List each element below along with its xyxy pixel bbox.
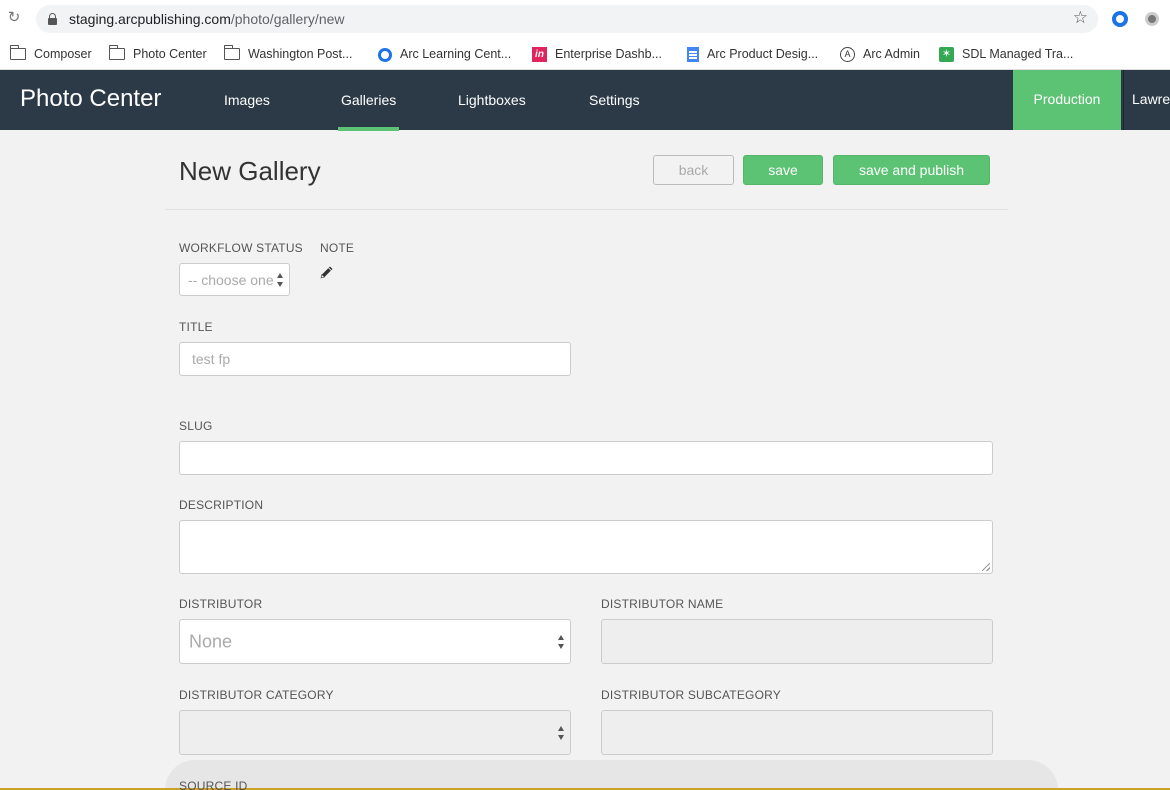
bookmark-label: Enterprise Dashb...: [555, 47, 662, 61]
save-button[interactable]: save: [743, 155, 823, 185]
distributor-value: None: [189, 631, 233, 651]
tab-images[interactable]: Images: [224, 92, 270, 108]
workflow-status-value: -- choose one --: [188, 271, 287, 288]
url-text[interactable]: staging.arcpublishing.com/photo/gallery/…: [69, 11, 345, 27]
browser-toolbar: ↻ staging.arcpublishing.com/photo/galler…: [0, 0, 1170, 38]
bookmark-label: Arc Product Desig...: [707, 47, 819, 61]
bookmark-sdl-managed[interactable]: ✶ SDL Managed Tra...: [939, 43, 1073, 65]
folder-icon: [224, 44, 240, 60]
bookmark-arc-product-design[interactable]: Arc Product Desig...: [687, 43, 818, 65]
tab-lightboxes[interactable]: Lightboxes: [458, 92, 526, 108]
bookmark-label: Arc Learning Cent...: [400, 47, 512, 61]
address-bar[interactable]: staging.arcpublishing.com/photo/gallery/…: [36, 5, 1098, 33]
bookmark-arc-admin[interactable]: A Arc Admin: [840, 43, 920, 65]
distributor-label: DISTRIBUTOR: [179, 597, 263, 611]
distributor-category-select[interactable]: [179, 710, 571, 755]
arc-admin-icon: A: [840, 47, 855, 63]
distributor-category-label: DISTRIBUTOR CATEGORY: [179, 688, 334, 702]
url-host: staging.arcpublishing.com: [69, 11, 231, 27]
app-navbar: Photo Center Images Galleries Lightboxes…: [0, 70, 1170, 131]
user-menu[interactable]: Lawrence: [1123, 70, 1170, 130]
save-and-publish-button[interactable]: save and publish: [833, 155, 990, 185]
reload-icon[interactable]: ↻: [5, 9, 23, 27]
back-button[interactable]: back: [653, 155, 734, 185]
bookmark-label: SDL Managed Tra...: [962, 47, 1074, 61]
select-arrows-icon: [558, 634, 565, 649]
title-label: TITLE: [179, 320, 213, 334]
app-brand[interactable]: Photo Center: [20, 85, 161, 113]
tab-settings[interactable]: Settings: [589, 92, 640, 108]
header-divider: [165, 209, 1008, 210]
profile-avatar-icon[interactable]: [1145, 12, 1159, 26]
lock-icon[interactable]: [48, 13, 57, 25]
environment-badge[interactable]: Production: [1013, 70, 1121, 130]
bookmark-label: Washington Post...: [248, 47, 353, 61]
bookmark-enterprise-dashboard[interactable]: in Enterprise Dashb...: [532, 43, 662, 65]
source-id-label: SOURCE ID: [179, 779, 248, 790]
bookmark-arc-learning[interactable]: Arc Learning Cent...: [378, 43, 511, 65]
folder-icon: [109, 44, 125, 60]
google-doc-icon: [687, 47, 699, 63]
distributor-subcategory-label: DISTRIBUTOR SUBCATEGORY: [601, 688, 781, 702]
arc-learning-icon: [378, 47, 392, 62]
invision-icon: in: [532, 47, 547, 63]
description-textarea[interactable]: [179, 520, 993, 574]
bookmark-washington-post[interactable]: Washington Post...: [224, 43, 352, 65]
bookmark-composer[interactable]: Composer: [10, 43, 92, 65]
description-label: DESCRIPTION: [179, 498, 264, 512]
resize-handle-icon[interactable]: [982, 563, 990, 571]
url-path: /photo/gallery/new: [230, 11, 345, 27]
distributor-name-label: DISTRIBUTOR NAME: [601, 597, 724, 611]
sdl-icon: ✶: [939, 47, 954, 63]
workflow-status-label: WORKFLOW STATUS: [179, 241, 303, 255]
note-label: NOTE: [320, 241, 355, 255]
tab-galleries[interactable]: Galleries: [337, 92, 400, 131]
distributor-subcategory-input[interactable]: [601, 710, 993, 755]
folder-icon: [10, 44, 26, 60]
select-arrows-icon: [277, 272, 284, 287]
bookmark-label: Arc Admin: [863, 47, 920, 61]
slug-input[interactable]: [179, 441, 993, 475]
bookmark-photo-center[interactable]: Photo Center: [109, 43, 207, 65]
distributor-select[interactable]: None: [179, 619, 571, 664]
title-input[interactable]: test fp: [179, 342, 571, 376]
workflow-status-select[interactable]: -- choose one --: [179, 263, 290, 296]
bookmark-label: Composer: [34, 47, 92, 61]
bookmark-label: Photo Center: [133, 47, 207, 61]
distributor-name-input[interactable]: [601, 619, 993, 664]
slug-label: SLUG: [179, 419, 213, 433]
extension-ring-icon[interactable]: [1112, 11, 1128, 27]
bookmark-star-icon[interactable]: ☆: [1073, 8, 1088, 28]
edit-pencil-icon[interactable]: [319, 264, 335, 280]
title-placeholder: test fp: [192, 351, 231, 367]
source-section-card: [165, 760, 1058, 790]
page-title: New Gallery: [179, 156, 321, 186]
bookmarks-bar: Composer Photo Center Washington Post...…: [0, 38, 1170, 70]
select-arrows-icon: [558, 725, 565, 740]
